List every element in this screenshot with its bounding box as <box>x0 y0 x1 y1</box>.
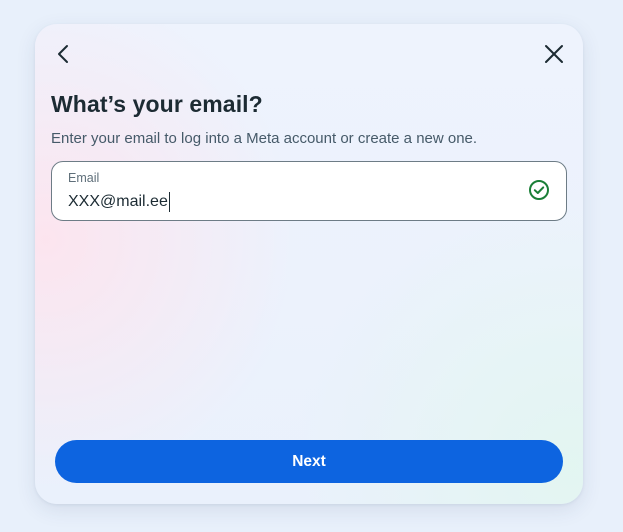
email-dialog: What’s your email? Enter your email to l… <box>35 24 583 504</box>
check-circle-icon <box>528 179 550 201</box>
email-field[interactable]: Email XXX@mail.ee <box>51 161 567 221</box>
email-field-value[interactable]: XXX@mail.ee <box>68 193 168 211</box>
email-field-label: Email <box>68 171 100 185</box>
page-subtitle: Enter your email to log into a Meta acco… <box>51 130 478 147</box>
close-icon <box>544 44 564 69</box>
back-button[interactable] <box>49 41 79 71</box>
page-title: What’s your email? <box>51 91 263 117</box>
email-field-value-wrap[interactable]: XXX@mail.ee <box>68 192 170 212</box>
chevron-left-icon <box>56 44 72 69</box>
next-button[interactable]: Next <box>55 440 563 483</box>
close-button[interactable] <box>539 41 569 71</box>
text-cursor <box>168 192 170 212</box>
